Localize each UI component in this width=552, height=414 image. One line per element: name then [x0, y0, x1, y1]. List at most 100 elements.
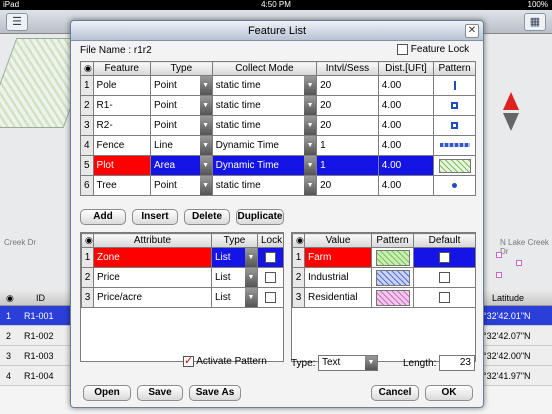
lock-cell[interactable] — [257, 247, 284, 268]
checkbox-icon[interactable] — [183, 354, 194, 367]
collect-mode-dropdown[interactable]: static time ▼ — [211, 75, 318, 96]
chevron-down-icon[interactable]: ▼ — [304, 176, 316, 195]
chevron-down-icon[interactable]: ▼ — [199, 96, 212, 115]
lock-checkbox[interactable] — [265, 271, 276, 283]
feature-lock-checkbox[interactable]: Feature Lock — [397, 44, 469, 55]
default-cell[interactable] — [413, 267, 476, 288]
chevron-down-icon[interactable]: ▼ — [245, 288, 257, 307]
lock-checkbox[interactable] — [265, 291, 276, 303]
length-input[interactable]: 23 — [439, 355, 475, 371]
attribute-row-selected[interactable]: 1 Zone List ▼ — [81, 247, 284, 268]
interval-field[interactable]: 20 — [316, 95, 379, 116]
map-marker[interactable] — [496, 252, 502, 258]
attr-type-dropdown[interactable]: List ▼ — [211, 247, 258, 268]
default-cell[interactable] — [413, 247, 476, 268]
map-marker[interactable] — [496, 272, 502, 278]
value-pattern-cell[interactable] — [371, 247, 414, 268]
distance-field[interactable]: 4.00 — [377, 155, 435, 176]
type-dropdown[interactable]: Line ▼ — [150, 135, 213, 156]
distance-field[interactable]: 4.00 — [377, 95, 435, 116]
value-row[interactable]: 2 Industrial — [292, 267, 476, 288]
feature-row[interactable]: 3 R2- Point ▼ static time ▼ 20 4.00 — [80, 115, 476, 136]
pattern-cell[interactable] — [433, 155, 476, 176]
type-select[interactable]: Text ▼ — [318, 355, 378, 371]
pattern-cell[interactable] — [433, 135, 476, 156]
menu-icon[interactable]: ☰ — [6, 13, 28, 31]
attribute-name[interactable]: Zone — [93, 247, 212, 268]
value-pattern-cell[interactable] — [371, 267, 414, 288]
feature-name[interactable]: Tree — [92, 175, 152, 196]
duplicate-button[interactable]: Duplicate — [236, 209, 284, 225]
collect-mode-dropdown[interactable]: static time ▼ — [211, 95, 318, 116]
chevron-down-icon[interactable]: ▼ — [365, 356, 377, 370]
feature-name[interactable]: Plot — [92, 155, 152, 176]
attr-type-dropdown[interactable]: List ▼ — [211, 267, 258, 288]
default-checkbox[interactable] — [439, 271, 450, 283]
feature-name[interactable]: Fence — [92, 135, 152, 156]
chevron-down-icon[interactable]: ▼ — [199, 176, 212, 195]
chevron-down-icon[interactable]: ▼ — [245, 268, 257, 287]
lock-checkbox[interactable] — [265, 251, 276, 263]
distance-field[interactable]: 4.00 — [377, 75, 435, 96]
pattern-cell[interactable] — [433, 95, 476, 116]
type-dropdown[interactable]: Area ▼ — [150, 155, 213, 176]
chevron-down-icon[interactable]: ▼ — [199, 136, 212, 155]
eye-icon[interactable]: ◉ — [80, 61, 94, 76]
eye-icon[interactable]: ◉ — [81, 233, 94, 248]
chevron-down-icon[interactable]: ▼ — [245, 248, 257, 267]
chevron-down-icon[interactable]: ▼ — [199, 156, 212, 175]
lock-cell[interactable] — [257, 267, 284, 288]
distance-field[interactable]: 4.00 — [377, 135, 435, 156]
lock-cell[interactable] — [257, 287, 284, 308]
cancel-button[interactable]: Cancel — [371, 385, 419, 401]
feature-name[interactable]: R1- — [92, 95, 152, 116]
collect-mode-dropdown[interactable]: static time ▼ — [211, 175, 318, 196]
grid-icon[interactable]: ▦ — [524, 13, 546, 31]
value-name[interactable]: Residential — [304, 287, 372, 308]
chevron-down-icon[interactable]: ▼ — [304, 156, 316, 175]
feature-row[interactable]: 2 R1- Point ▼ static time ▼ 20 4.00 — [80, 95, 476, 116]
chevron-down-icon[interactable]: ▼ — [304, 136, 316, 155]
default-cell[interactable] — [413, 287, 476, 308]
interval-field[interactable]: 20 — [316, 175, 379, 196]
distance-field[interactable]: 4.00 — [377, 175, 435, 196]
insert-button[interactable]: Insert — [132, 209, 178, 225]
collect-mode-dropdown[interactable]: static time ▼ — [211, 115, 318, 136]
save-as-button[interactable]: Save As — [189, 385, 241, 401]
attribute-row[interactable]: 3 Price/acre List ▼ — [81, 287, 284, 308]
collect-mode-dropdown[interactable]: Dynamic Time ▼ — [211, 135, 318, 156]
value-row[interactable]: 3 Residential — [292, 287, 476, 308]
pattern-cell[interactable] — [433, 115, 476, 136]
pattern-cell[interactable] — [433, 175, 476, 196]
default-checkbox[interactable] — [439, 291, 450, 303]
map-marker[interactable] — [516, 260, 522, 266]
feature-name[interactable]: Pole — [92, 75, 152, 96]
default-checkbox[interactable] — [439, 251, 450, 263]
activate-pattern-checkbox[interactable]: Activate Pattern — [183, 354, 267, 367]
chevron-down-icon[interactable]: ▼ — [304, 116, 316, 135]
delete-button[interactable]: Delete — [184, 209, 230, 225]
value-name[interactable]: Industrial — [304, 267, 372, 288]
save-button[interactable]: Save — [137, 385, 183, 401]
attribute-name[interactable]: Price/acre — [93, 287, 212, 308]
chevron-down-icon[interactable]: ▼ — [199, 116, 212, 135]
interval-field[interactable]: 20 — [316, 115, 379, 136]
pattern-cell[interactable] — [433, 75, 476, 96]
feature-name[interactable]: R2- — [92, 115, 152, 136]
type-dropdown[interactable]: Point ▼ — [150, 175, 213, 196]
type-dropdown[interactable]: Point ▼ — [150, 75, 213, 96]
attribute-name[interactable]: Price — [93, 267, 212, 288]
interval-field[interactable]: 1 — [316, 155, 379, 176]
attribute-row[interactable]: 2 Price List ▼ — [81, 267, 284, 288]
ok-button[interactable]: OK — [425, 385, 473, 401]
interval-field[interactable]: 20 — [316, 75, 379, 96]
collect-mode-dropdown[interactable]: Dynamic Time ▼ — [211, 155, 318, 176]
value-pattern-cell[interactable] — [371, 287, 414, 308]
feature-row[interactable]: 4 Fence Line ▼ Dynamic Time ▼ 1 4.00 — [80, 135, 476, 156]
feature-row-selected[interactable]: 5 Plot Area ▼ Dynamic Time ▼ 1 4.00 — [80, 155, 476, 176]
feature-row[interactable]: 1 Pole Point ▼ static time ▼ 20 4.00 — [80, 75, 476, 96]
close-icon[interactable]: ✕ — [465, 24, 479, 38]
chevron-down-icon[interactable]: ▼ — [304, 96, 316, 115]
checkbox-icon[interactable] — [397, 44, 408, 55]
chevron-down-icon[interactable]: ▼ — [304, 76, 316, 95]
